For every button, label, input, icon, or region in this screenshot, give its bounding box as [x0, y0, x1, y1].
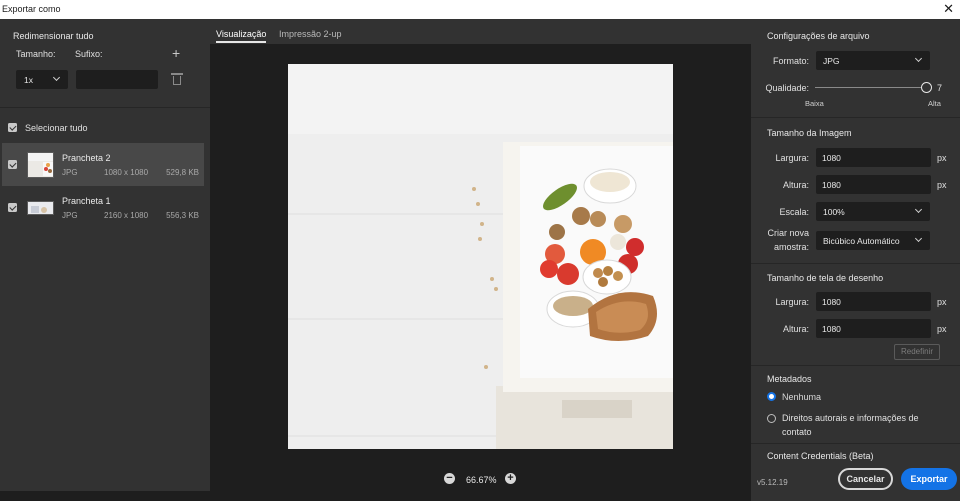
chevron-down-icon: [914, 205, 923, 214]
resize-all-title: Redimensionar tudo: [13, 31, 94, 41]
file-settings-title: Configurações de arquivo: [767, 31, 870, 41]
canvas-size-title: Tamanho de tela de desenho: [767, 273, 884, 283]
asset-filesize: 529,8 KB: [166, 168, 199, 177]
chevron-down-icon: [914, 54, 923, 63]
add-size-icon[interactable]: +: [172, 46, 180, 60]
zoom-bar: − 66.67% +: [210, 466, 751, 491]
scale-percent-select[interactable]: 100%: [816, 202, 930, 221]
tab-print-2up[interactable]: Impressão 2-up: [279, 29, 342, 39]
asset-format: JPG: [62, 168, 78, 177]
select-all-checkbox[interactable]: [8, 123, 17, 132]
preview-tabs: Visualização Impressão 2-up: [210, 19, 751, 44]
settings-panel: Configurações de arquivo Formato: JPG Qu…: [751, 19, 960, 501]
asset-name: Prancheta 1: [62, 196, 111, 206]
title-bar: Exportar como ✕: [0, 0, 960, 19]
asset-name: Prancheta 2: [62, 153, 111, 163]
asset-row-prancheta-2[interactable]: Prancheta 2 JPG 1080 x 1080 529,8 KB: [2, 143, 204, 186]
select-all-label: Selecionar tudo: [25, 123, 88, 133]
divider: [0, 107, 210, 108]
divider: [751, 263, 960, 264]
asset-checkbox[interactable]: [8, 160, 17, 169]
format-select-value: JPG: [823, 56, 840, 66]
footer: v5.12.19 Cancelar Exportar: [751, 461, 960, 501]
canvas-width-input[interactable]: 1080: [816, 292, 931, 311]
image-width-label: Largura:: [775, 153, 809, 163]
asset-dimensions: 2160 x 1080: [104, 211, 149, 220]
image-width-input[interactable]: 1080: [816, 148, 931, 167]
close-icon[interactable]: ✕: [943, 1, 954, 17]
resample-label: Criar nova amostra:: [767, 228, 809, 252]
scale-label: Escala:: [779, 207, 809, 217]
trash-icon[interactable]: [171, 73, 183, 85]
asset-thumbnail: [27, 152, 54, 178]
scale-select-value: 1x: [24, 75, 33, 85]
asset-row-prancheta-1[interactable]: Prancheta 1 JPG 2160 x 1080 556,3 KB: [2, 186, 204, 229]
canvas-width-value: 1080: [822, 297, 841, 307]
canvas-width-unit: px: [937, 297, 947, 307]
asset-dimensions: 1080 x 1080: [104, 168, 149, 177]
canvas-height-unit: px: [937, 324, 947, 334]
asset-checkbox[interactable]: [8, 203, 17, 212]
canvas-height-label: Altura:: [782, 324, 809, 334]
metadata-copyright-radio[interactable]: [767, 414, 776, 423]
horizontal-scrollbar[interactable]: [0, 491, 751, 501]
cancel-button[interactable]: Cancelar: [838, 468, 893, 490]
export-button[interactable]: Exportar: [901, 468, 957, 490]
version-label: v5.12.19: [757, 478, 788, 487]
quality-low-label: Baixa: [805, 99, 824, 108]
preview-image: [288, 64, 673, 449]
quality-slider-handle[interactable]: [921, 82, 932, 93]
canvas-height-input[interactable]: 1080: [816, 319, 931, 338]
image-height-input[interactable]: 1080: [816, 175, 931, 194]
quality-slider-track[interactable]: [815, 87, 927, 88]
quality-high-label: Alta: [928, 99, 941, 108]
content-credentials-title: Content Credentials (Beta): [767, 451, 874, 461]
image-height-value: 1080: [822, 180, 841, 190]
image-height-label: Altura:: [782, 180, 809, 190]
reset-button[interactable]: Redefinir: [894, 344, 940, 360]
image-size-title: Tamanho da Imagem: [767, 128, 852, 138]
metadata-copyright-label: Direitos autorais e informações de conta…: [782, 413, 919, 437]
left-panel: Redimensionar tudo Tamanho: Sufixo: + 1x…: [0, 19, 210, 491]
asset-thumbnail: [27, 201, 54, 215]
metadata-title: Metadados: [767, 374, 812, 384]
tab-preview[interactable]: Visualização: [216, 29, 267, 43]
metadata-none-label: Nenhuma: [782, 392, 822, 402]
scale-percent-value: 100%: [823, 207, 845, 217]
preview-panel: Visualização Impressão 2-up − 66.67% +: [210, 19, 751, 491]
chevron-down-icon: [914, 234, 923, 243]
divider: [751, 117, 960, 118]
suffix-input[interactable]: [76, 70, 158, 89]
window-title: Exportar como: [2, 4, 61, 14]
image-width-unit: px: [937, 153, 947, 163]
image-width-value: 1080: [822, 153, 841, 163]
quality-value: 7: [937, 83, 943, 93]
divider: [751, 365, 960, 366]
size-label: Tamanho:: [16, 49, 56, 59]
zoom-level: 66.67%: [466, 475, 497, 485]
canvas-width-label: Largura:: [775, 297, 809, 307]
quality-label: Qualidade:: [765, 83, 809, 93]
suffix-label: Sufixo:: [75, 49, 103, 59]
resample-value: Bicúbico Automático: [823, 236, 900, 246]
asset-filesize: 556,3 KB: [166, 211, 199, 220]
metadata-none-radio[interactable]: [767, 392, 776, 401]
scale-select[interactable]: 1x: [16, 70, 68, 89]
canvas-height-value: 1080: [822, 324, 841, 334]
format-select[interactable]: JPG: [816, 51, 930, 70]
resample-select[interactable]: Bicúbico Automático: [816, 231, 930, 250]
zoom-in-button[interactable]: +: [505, 473, 516, 484]
format-label: Formato:: [772, 56, 809, 66]
divider: [751, 443, 960, 444]
chevron-down-icon: [52, 73, 61, 82]
asset-format: JPG: [62, 211, 78, 220]
zoom-out-button[interactable]: −: [444, 473, 455, 484]
image-height-unit: px: [937, 180, 947, 190]
